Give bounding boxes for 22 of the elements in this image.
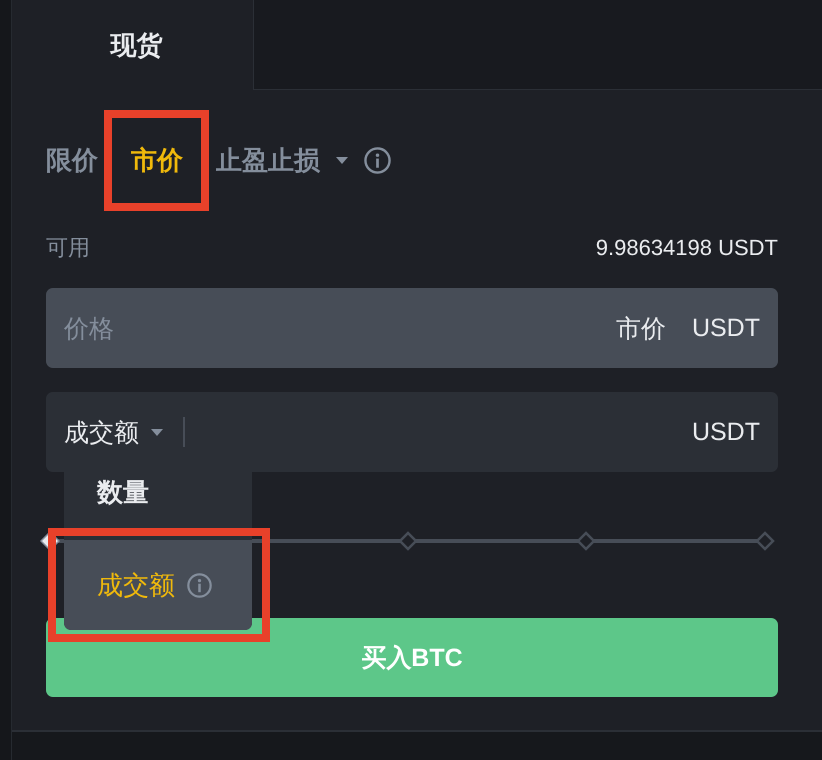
amount-field[interactable]: 成交额 USDT: [46, 392, 778, 472]
available-balance: 9.98634198 USDT: [596, 235, 778, 261]
info-icon[interactable]: [364, 146, 391, 174]
price-placeholder: 价格: [64, 314, 115, 344]
caret-icon: [336, 156, 348, 164]
price-field[interactable]: 价格 市价 USDT: [46, 288, 778, 368]
info-icon[interactable]: [187, 572, 212, 598]
amount-type-selector[interactable]: 成交额: [64, 416, 163, 448]
caret-icon: [151, 428, 163, 436]
order-type-tab[interactable]: 止盈止损: [216, 142, 320, 178]
order-type-tab[interactable]: 市价: [104, 110, 209, 210]
order-type-tab[interactable]: 限价: [46, 142, 98, 178]
slider-thumb[interactable]: [40, 531, 60, 551]
slider-track[interactable]: [40, 529, 775, 553]
available-label: 可用: [46, 234, 90, 262]
step-marker-icon: [755, 531, 775, 551]
menu-item[interactable]: 成交额: [48, 528, 270, 642]
price-mode: 市价: [616, 314, 666, 344]
step-marker-icon: [576, 531, 596, 551]
step-marker-icon: [398, 531, 418, 551]
price-unit: USDT: [692, 314, 760, 342]
amount-unit: USDT: [692, 418, 760, 446]
